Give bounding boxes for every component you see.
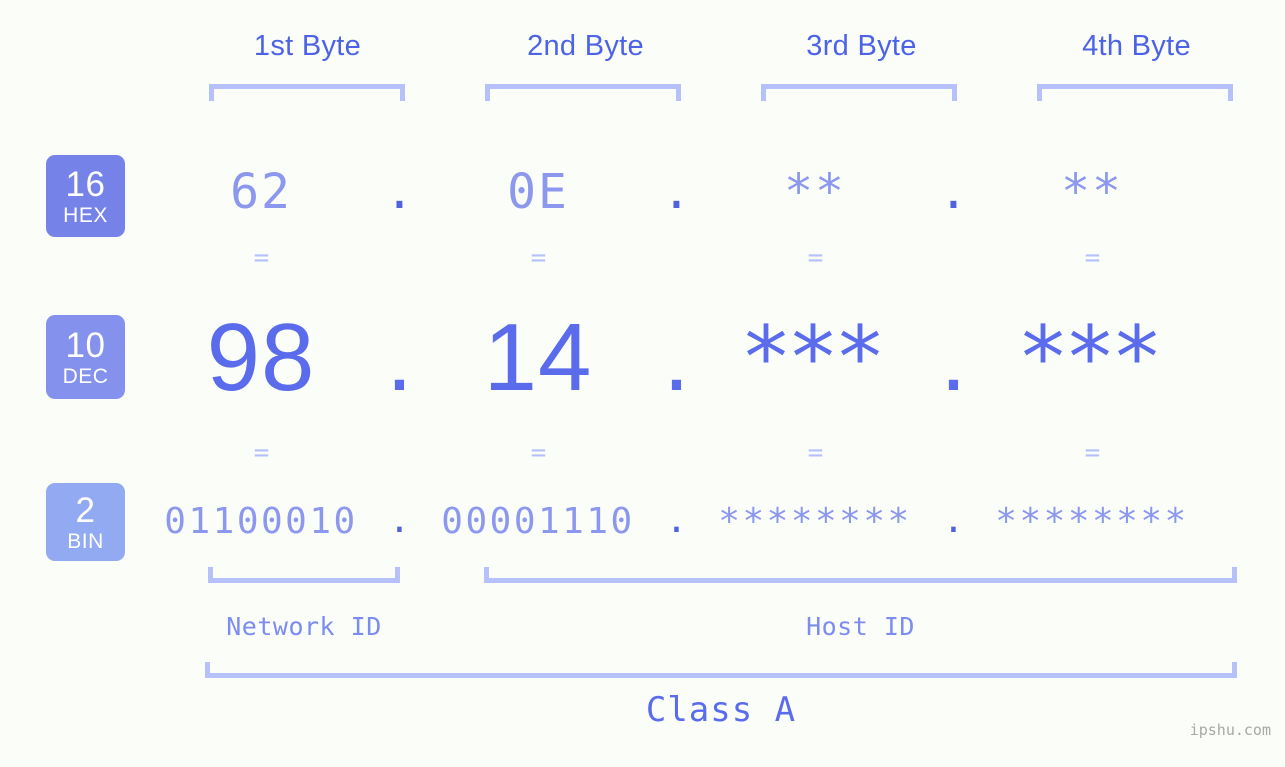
hex-separator-3: . xyxy=(939,163,968,220)
connector-8: = xyxy=(1084,438,1101,468)
bin-byte-4: ******** xyxy=(995,500,1189,542)
connector-7: = xyxy=(807,438,824,468)
dec-byte-4: *** xyxy=(1021,308,1163,408)
connector-3: = xyxy=(807,243,824,273)
hex-byte-3: ** xyxy=(784,164,846,220)
network-id-label: Network ID xyxy=(226,612,382,641)
byte-bracket-2 xyxy=(485,84,681,101)
byte-bracket-3 xyxy=(761,84,957,101)
bin-separator-3: . xyxy=(942,500,965,542)
network-id-bracket xyxy=(208,567,400,583)
hex-byte-2: 0E xyxy=(507,164,569,220)
dec-byte-2: 14 xyxy=(483,304,593,411)
bin-separator-1: . xyxy=(388,500,411,542)
base-badge-dec: 10 DEC xyxy=(46,315,125,399)
connector-2: = xyxy=(530,243,547,273)
ip-address-breakdown-diagram: 1st Byte 2nd Byte 3rd Byte 4th Byte 16 H… xyxy=(0,0,1285,767)
base-badge-bin-name: BIN xyxy=(67,529,104,553)
bin-value-row: 01100010 . 00001110 . ******** . *******… xyxy=(150,490,1260,552)
dec-byte-1: 98 xyxy=(206,304,316,411)
bin-byte-3: ******** xyxy=(718,500,912,542)
byte-bracket-4 xyxy=(1037,84,1233,101)
base-badge-dec-number: 10 xyxy=(65,325,106,365)
dec-separator-2: . xyxy=(663,303,690,411)
host-id-bracket xyxy=(484,567,1237,583)
byte-header-4: 4th Byte xyxy=(1082,30,1191,62)
dec-separator-3: . xyxy=(940,303,967,411)
hex-separator-2: . xyxy=(662,163,691,220)
byte-header-3: 3rd Byte xyxy=(806,30,917,62)
dec-separator-1: . xyxy=(386,303,413,411)
connector-4: = xyxy=(1084,243,1101,273)
dec-value-row: 98 . 14 . *** . *** xyxy=(150,296,1260,420)
base-badge-bin: 2 BIN xyxy=(46,483,125,561)
host-id-label: Host ID xyxy=(806,612,915,641)
site-watermark: ipshu.com xyxy=(1189,721,1271,739)
bin-separator-2: . xyxy=(665,500,688,542)
connector-6: = xyxy=(530,438,547,468)
byte-bracket-1 xyxy=(209,84,405,101)
hex-value-row: 62 . 0E . ** . ** xyxy=(150,152,1260,232)
hex-separator-1: . xyxy=(385,163,414,220)
connector-row-dec-bin: = = = = xyxy=(150,438,1260,468)
connector-5: = xyxy=(253,438,270,468)
bin-byte-1: 01100010 xyxy=(164,500,358,542)
hex-byte-1: 62 xyxy=(230,164,292,220)
dec-byte-3: *** xyxy=(744,308,886,408)
byte-header-2: 2nd Byte xyxy=(527,30,644,62)
base-badge-dec-name: DEC xyxy=(62,364,109,388)
base-badge-bin-number: 2 xyxy=(75,490,96,530)
base-badge-hex: 16 HEX xyxy=(46,155,125,237)
class-label: Class A xyxy=(645,690,797,730)
byte-header-1: 1st Byte xyxy=(253,30,362,62)
bin-byte-2: 00001110 xyxy=(441,500,635,542)
connector-1: = xyxy=(253,243,270,273)
connector-row-hex-dec: = = = = xyxy=(150,243,1260,273)
hex-byte-4: ** xyxy=(1061,164,1123,220)
base-badge-hex-name: HEX xyxy=(63,203,108,227)
class-bracket xyxy=(205,662,1237,678)
base-badge-hex-number: 16 xyxy=(65,164,106,204)
